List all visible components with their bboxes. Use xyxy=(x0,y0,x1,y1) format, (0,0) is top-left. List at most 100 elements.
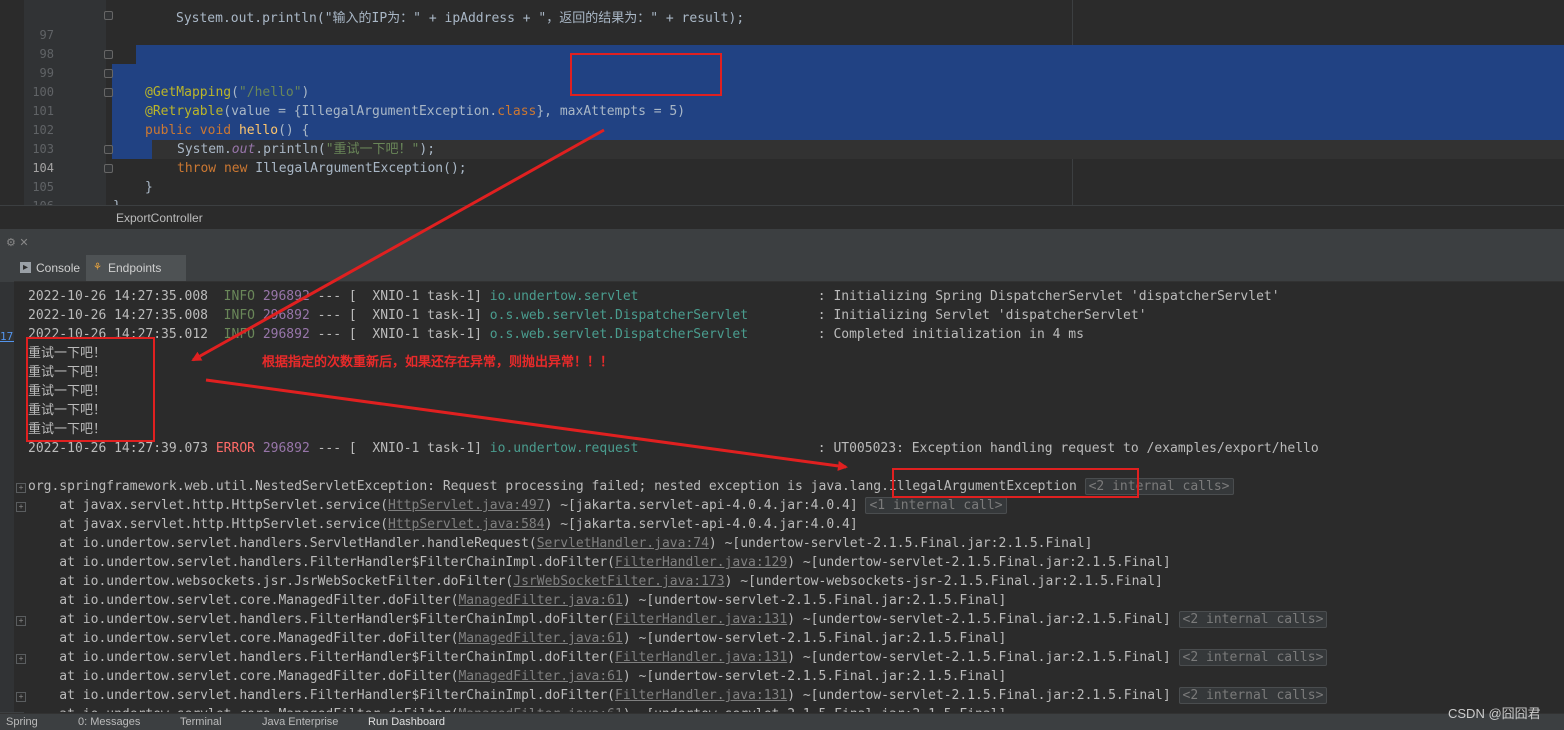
code-line: 106 xyxy=(24,178,1564,213)
trace-source-link[interactable]: FilterHandler.java:131 xyxy=(615,650,787,665)
stack-trace-line: at javax.servlet.http.HttpServlet.servic… xyxy=(28,515,857,534)
stack-trace-line: at io.undertow.servlet.core.ManagedFilte… xyxy=(28,629,1006,648)
tab-endpoints[interactable]: ⚘ Endpoints xyxy=(86,255,186,281)
trace-method: at io.undertow.websockets.jsr.JsrWebSock… xyxy=(28,574,514,589)
log-logger: io.undertow.request xyxy=(489,441,639,456)
internal-calls-fold[interactable]: <2 internal calls> xyxy=(1178,687,1328,704)
trace-jar: ) ~[undertow-servlet-2.1.5.Final.jar:2.1… xyxy=(787,612,1171,627)
internal-calls-fold[interactable]: <1 internal call> xyxy=(865,497,1007,514)
bottom-tab-terminal[interactable]: Terminal xyxy=(180,714,222,730)
error-log-line: 2022-10-26 14:27:39.073 ERROR 296892 ---… xyxy=(28,439,1319,458)
internal-calls-fold[interactable]: <2 internal calls> xyxy=(1178,649,1328,666)
log-timestamp: 2022-10-26 14:27:35.008 xyxy=(28,289,209,304)
log-level: INFO xyxy=(223,327,255,342)
trace-method: at io.undertow.servlet.core.ManagedFilte… xyxy=(28,631,459,646)
fold-marker-icon[interactable] xyxy=(104,164,113,173)
trace-source-link[interactable]: ManagedFilter.java:61 xyxy=(458,669,622,684)
expand-icon[interactable]: + xyxy=(16,654,26,664)
bottom-tab-java-enterprise[interactable]: Java Enterprise xyxy=(262,714,338,730)
trace-source-link[interactable]: FilterHandler.java:131 xyxy=(615,688,787,703)
code-line: 103 throw new IllegalArgumentException()… xyxy=(24,121,1564,176)
trace-method: at javax.servlet.http.HttpServlet.servic… xyxy=(28,517,389,532)
expand-icon[interactable]: + xyxy=(16,502,26,512)
log-pid: 296892 xyxy=(262,289,310,304)
stack-trace-line: at io.undertow.servlet.handlers.FilterHa… xyxy=(28,686,1328,705)
trace-jar: ) ~[undertow-servlet-2.1.5.Final.jar:2.1… xyxy=(623,707,1007,712)
highlight-box-exception xyxy=(892,468,1139,498)
log-message: : UT005023: Exception handling request t… xyxy=(817,441,1319,456)
log-timestamp: 2022-10-26 14:27:35.008 xyxy=(28,308,209,323)
trace-source-link[interactable]: FilterHandler.java:129 xyxy=(615,555,787,570)
log-logger: o.s.web.servlet.DispatcherServlet xyxy=(489,327,749,342)
trace-jar: ) ~[undertow-servlet-2.1.5.Final.jar:2.1… xyxy=(622,593,1007,608)
stack-trace-line: at io.undertow.servlet.core.ManagedFilte… xyxy=(28,705,1006,712)
log-pid: 296892 xyxy=(262,327,310,342)
log-logger: o.s.web.servlet.DispatcherServlet xyxy=(489,308,749,323)
bottom-tab-run-dashboard[interactable]: Run Dashboard xyxy=(368,714,445,730)
log-thread: --- [ XNIO-1 task-1] xyxy=(309,308,482,323)
stack-trace-line: at io.undertow.websockets.jsr.JsrWebSock… xyxy=(28,572,1163,591)
trace-method: at io.undertow.servlet.handlers.FilterHa… xyxy=(28,612,615,627)
trace-method: at io.undertow.servlet.handlers.ServletH… xyxy=(28,536,537,551)
stack-trace-line: at io.undertow.servlet.handlers.FilterHa… xyxy=(28,553,1170,572)
trace-source-link[interactable]: FilterHandler.java:131 xyxy=(615,612,787,627)
run-tool-tabs: ▸ Console ⚘ Endpoints xyxy=(14,255,1564,282)
trace-jar: ) ~[undertow-servlet-2.1.5.Final.jar:2.1… xyxy=(708,536,1093,551)
trace-source-link[interactable]: HttpServlet.java:497 xyxy=(388,498,545,513)
trace-method: at io.undertow.servlet.handlers.FilterHa… xyxy=(28,650,615,665)
tab-label: Console xyxy=(36,261,81,275)
fold-marker-icon[interactable] xyxy=(104,145,113,154)
panel-separator xyxy=(0,229,1564,255)
trace-method: at io.undertow.servlet.core.ManagedFilte… xyxy=(28,669,459,684)
code-line: 98 xyxy=(24,26,1564,61)
trace-source-link[interactable]: JsrWebSocketFilter.java:173 xyxy=(513,574,724,589)
fold-marker-icon[interactable] xyxy=(104,11,113,20)
console-output[interactable]: 2022-10-26 14:27:35.008 INFO 296892 --- … xyxy=(14,282,1564,712)
editor-breadcrumb[interactable]: ExportController xyxy=(0,205,1564,230)
trace-source-link[interactable]: ServletHandler.java:74 xyxy=(537,536,709,551)
endpoints-icon: ⚘ xyxy=(93,262,102,273)
console-gutter xyxy=(0,282,14,712)
trace-jar: ) ~[undertow-websockets-jsr-2.1.5.Final.… xyxy=(724,574,1163,589)
stack-trace-line: at io.undertow.servlet.handlers.FilterHa… xyxy=(28,610,1328,629)
expand-icon[interactable]: + xyxy=(16,483,26,493)
bottom-tab-spring[interactable]: Spring xyxy=(6,714,38,730)
close-icon[interactable]: ⚙ ✕ xyxy=(6,236,29,249)
trace-source-link[interactable]: ManagedFilter.java:61 xyxy=(458,707,622,712)
fold-marker-icon[interactable] xyxy=(104,50,113,59)
bottom-tool-bar: Spring 0: Messages Terminal Java Enterpr… xyxy=(0,713,1564,730)
code-line: 101 public void hello() { xyxy=(24,83,1564,138)
log-pid: 296892 xyxy=(262,308,310,323)
stack-trace-line: at io.undertow.servlet.handlers.ServletH… xyxy=(28,534,1092,553)
log-thread: --- [ XNIO-1 task-1] xyxy=(309,289,482,304)
trace-jar: ) ~[undertow-servlet-2.1.5.Final.jar:2.1… xyxy=(622,669,1007,684)
log-message: : Completed initialization in 4 ms xyxy=(817,327,1084,342)
log-level: ERROR xyxy=(215,441,255,456)
console-icon: ▸ xyxy=(20,262,31,273)
highlight-box-max-attempts xyxy=(570,53,722,96)
trace-jar: ) ~[undertow-servlet-2.1.5.Final.jar:2.1… xyxy=(787,650,1171,665)
trace-source-link[interactable]: HttpServlet.java:584 xyxy=(388,517,545,532)
trace-source-link[interactable]: ManagedFilter.java:61 xyxy=(458,631,622,646)
code-line: 100 @Retryable(value = {IllegalArgumentE… xyxy=(24,64,1564,119)
internal-calls-fold[interactable]: <2 internal calls> xyxy=(1178,611,1328,628)
log-level: INFO xyxy=(223,289,255,304)
bottom-tab-messages[interactable]: 0: Messages xyxy=(78,714,140,730)
code-line: 102 System.out.println("重试一下吧！"); xyxy=(24,102,1564,157)
fold-marker-icon[interactable] xyxy=(104,69,113,78)
log-logger: io.undertow.servlet xyxy=(489,289,639,304)
breadcrumb-class-name[interactable]: ExportController xyxy=(116,211,203,225)
expand-icon[interactable]: + xyxy=(16,616,26,626)
log-timestamp: 2022-10-26 14:27:39.073 xyxy=(28,441,209,456)
tab-label: Endpoints xyxy=(108,261,162,275)
code-editor[interactable]: System.out.println("输入的IP为：" + ipAddress… xyxy=(0,0,1564,214)
trace-jar: ) ~[undertow-servlet-2.1.5.Final.jar:2.1… xyxy=(622,631,1007,646)
trace-source-link[interactable]: ManagedFilter.java:61 xyxy=(458,593,622,608)
stack-trace-line: at io.undertow.servlet.handlers.FilterHa… xyxy=(28,648,1328,667)
log-line: 2022-10-26 14:27:35.012 INFO 296892 --- … xyxy=(28,325,1084,344)
log-thread: --- [ XNIO-1 task-1] xyxy=(309,441,482,456)
fold-marker-icon[interactable] xyxy=(104,88,113,97)
stack-trace-line: at javax.servlet.http.HttpServlet.servic… xyxy=(28,496,1007,515)
code-line: 97 } xyxy=(24,7,1564,62)
expand-icon[interactable]: + xyxy=(16,692,26,702)
